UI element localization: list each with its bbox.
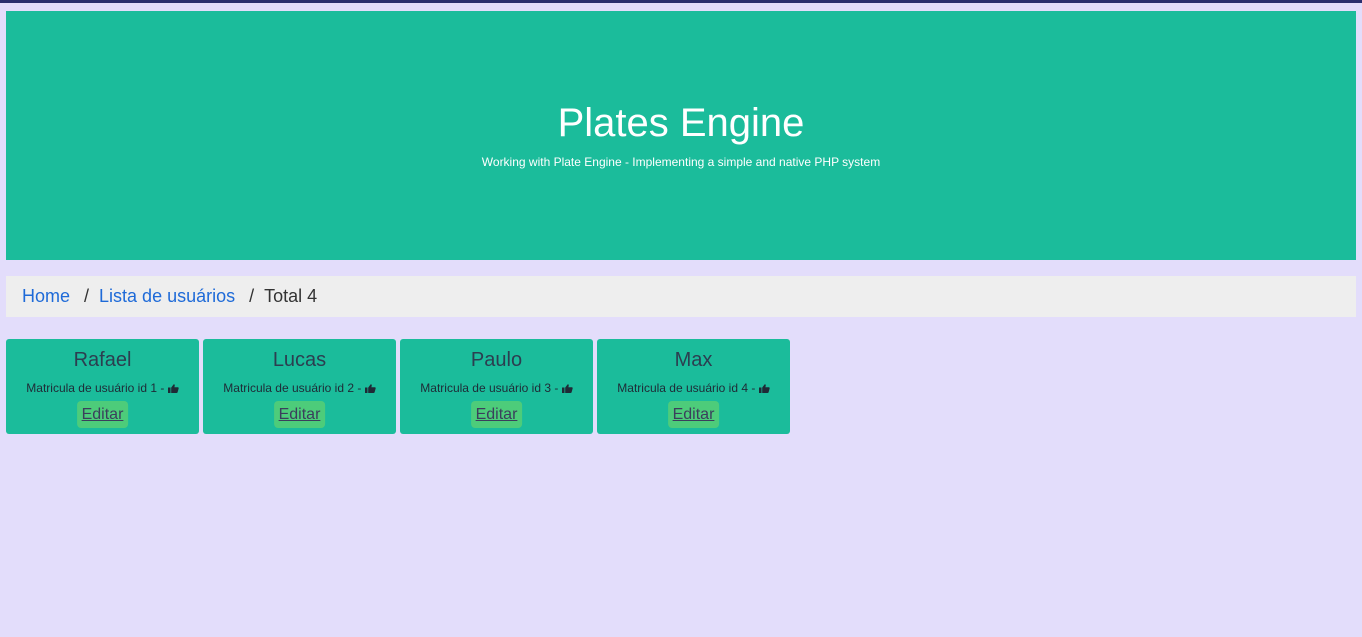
page-title: Plates Engine [557, 101, 805, 145]
user-name: Lucas [272, 349, 327, 371]
user-card: Lucas Matricula de usuário id 2 - Editar [203, 339, 396, 434]
user-info: Matricula de usuário id 3 - [400, 381, 593, 396]
breadcrumb-separator: / [249, 286, 255, 306]
user-card: Max Matricula de usuário id 4 - Editar [597, 339, 790, 434]
thumbs-up-icon [758, 384, 770, 393]
page-subtitle: Working with Plate Engine - Implementing… [481, 155, 881, 169]
top-border [0, 0, 1362, 3]
user-name: Paulo [470, 349, 523, 371]
user-info-text: Matricula de usuário id 4 - [617, 381, 756, 395]
user-info-text: Matricula de usuário id 1 - [26, 381, 165, 395]
edit-user-button[interactable]: Editar [667, 401, 720, 428]
user-info-text: Matricula de usuário id 2 - [223, 381, 362, 395]
user-info: Matricula de usuário id 2 - [203, 381, 396, 396]
user-card: Paulo Matricula de usuário id 3 - Editar [400, 339, 593, 434]
user-info: Matricula de usuário id 4 - [597, 381, 790, 396]
edit-user-button[interactable]: Editar [76, 401, 129, 428]
edit-user-button[interactable]: Editar [470, 401, 523, 428]
hero-banner: Plates Engine Working with Plate Engine … [6, 11, 1356, 260]
user-card: Rafael Matricula de usuário id 1 - Edita… [6, 339, 199, 434]
thumbs-up-icon [364, 384, 376, 393]
thumbs-up-icon [167, 384, 179, 393]
breadcrumb: Home / Lista de usuários / Total 4 [6, 276, 1356, 317]
breadcrumb-separator: / [84, 286, 90, 306]
breadcrumb-current: Total 4 [264, 286, 318, 306]
edit-user-button[interactable]: Editar [273, 401, 326, 428]
breadcrumb-user-list-link[interactable]: Lista de usuários [99, 286, 235, 306]
thumbs-up-icon [561, 384, 573, 393]
user-info: Matricula de usuário id 1 - [6, 381, 199, 396]
user-name: Max [674, 349, 713, 371]
breadcrumb-home-link[interactable]: Home [22, 286, 70, 306]
user-info-text: Matricula de usuário id 3 - [420, 381, 559, 395]
user-name: Rafael [73, 349, 132, 371]
